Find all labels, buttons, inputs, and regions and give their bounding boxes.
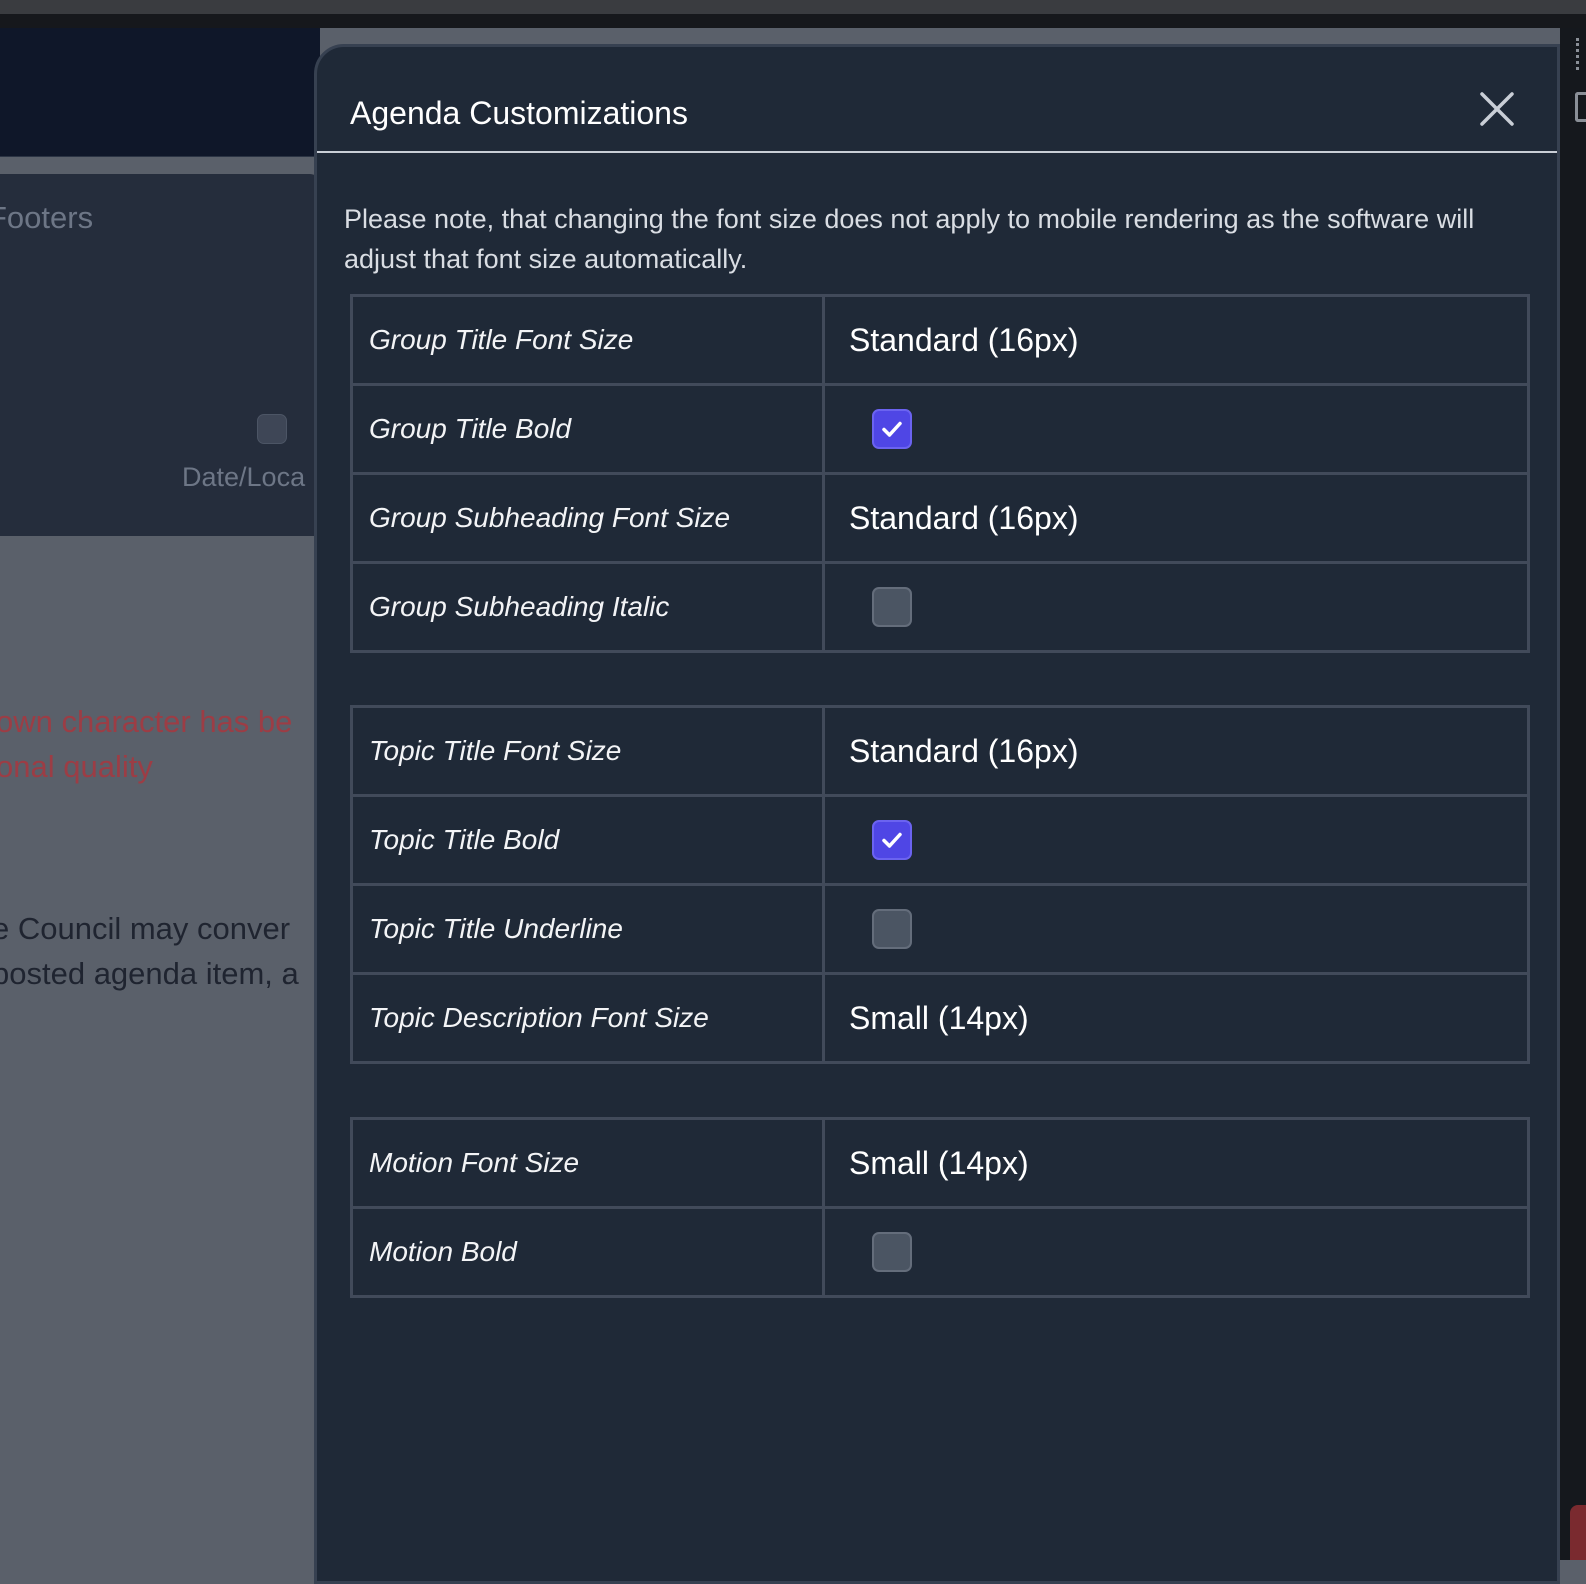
setting-row-topic-title-font-size: Topic Title Font Size Standard (16px) [350, 705, 1530, 797]
setting-label: Group Title Bold [350, 383, 825, 475]
modal-header: Agenda Customizations [317, 47, 1557, 153]
motion-bold-checkbox[interactable] [872, 1232, 912, 1273]
setting-row-topic-title-underline: Topic Title Underline [350, 883, 1530, 975]
setting-checkbox-cell [822, 1206, 1530, 1298]
group-settings-table: Group Title Font Size Standard (16px) Grou… [350, 294, 1530, 653]
setting-label: Group Subheading Font Size [350, 472, 825, 564]
group-subheading-italic-checkbox[interactable] [872, 587, 912, 628]
setting-row-topic-title-bold: Topic Title Bold [350, 794, 1530, 886]
group-subheading-font-size-select[interactable]: Standard (16px) [822, 472, 1530, 564]
agenda-customizations-modal: Agenda Customizations Please note, that … [314, 44, 1560, 1584]
font-size-note: Please note, that changing the font size… [344, 204, 1475, 274]
setting-checkbox-cell [822, 383, 1530, 475]
setting-row-group-title-font-size: Group Title Font Size Standard (16px) [350, 294, 1530, 386]
browser-top-bar [0, 0, 1586, 14]
setting-label: Group Subheading Italic [350, 561, 825, 653]
setting-label: Motion Bold [350, 1206, 825, 1298]
setting-checkbox-cell [822, 883, 1530, 975]
setting-row-group-subheading-font-size: Group Subheading Font Size Standard (16px… [350, 472, 1530, 564]
background-panel-title: Footers [0, 200, 94, 235]
background-dark-text-2: posted agenda item, a [0, 956, 299, 991]
background-date-label: Date/Loca [182, 462, 306, 492]
setting-label: Topic Title Bold [350, 794, 825, 886]
group-title-bold-checkbox[interactable] [872, 409, 912, 450]
checkmark-icon [882, 422, 902, 438]
topic-title-font-size-select[interactable]: Standard (16px) [822, 705, 1530, 797]
topic-title-bold-checkbox[interactable] [872, 820, 912, 861]
background-header [0, 28, 320, 157]
checkmark-icon [882, 833, 902, 849]
setting-checkbox-cell [822, 561, 1530, 653]
motion-font-size-select[interactable]: Small (14px) [822, 1117, 1530, 1209]
more-options-icon[interactable] [1576, 38, 1583, 70]
close-button[interactable] [1477, 89, 1517, 129]
setting-label: Motion Font Size [350, 1117, 825, 1209]
setting-row-motion-bold: Motion Bold [350, 1206, 1530, 1298]
right-red-tab [1570, 1505, 1586, 1560]
setting-label: Topic Title Underline [350, 883, 825, 975]
close-icon [1480, 92, 1514, 126]
setting-label: Topic Title Font Size [350, 705, 825, 797]
right-sidebar-strip [1560, 28, 1586, 1560]
group-title-font-size-select[interactable]: Standard (16px) [822, 294, 1530, 386]
topic-description-font-size-select[interactable]: Small (14px) [822, 972, 1530, 1064]
background-red-text-1: own character has be [0, 704, 293, 739]
background-dark-text-1: e Council may conver [0, 911, 291, 946]
modal-title: Agenda Customizations [350, 95, 688, 131]
background-checkbox[interactable] [257, 414, 287, 444]
background-red-text-2: onal quality [0, 749, 153, 784]
setting-row-group-subheading-italic: Group Subheading Italic [350, 561, 1530, 653]
topic-title-underline-checkbox[interactable] [872, 909, 912, 950]
setting-checkbox-cell [822, 794, 1530, 886]
topic-settings-table: Topic Title Font Size Standard (16px) Topi… [350, 705, 1530, 1064]
setting-label: Topic Description Font Size [350, 972, 825, 1064]
browser-divider [0, 14, 1586, 28]
motion-settings-table: Motion Font Size Small (14px) Motion Bold [350, 1117, 1530, 1298]
setting-row-motion-font-size: Motion Font Size Small (14px) [350, 1117, 1530, 1209]
setting-row-topic-description-font-size: Topic Description Font Size Small (14px) [350, 972, 1530, 1064]
panel-icon[interactable] [1575, 92, 1586, 122]
setting-row-group-title-bold: Group Title Bold [350, 383, 1530, 475]
setting-label: Group Title Font Size [350, 294, 825, 386]
